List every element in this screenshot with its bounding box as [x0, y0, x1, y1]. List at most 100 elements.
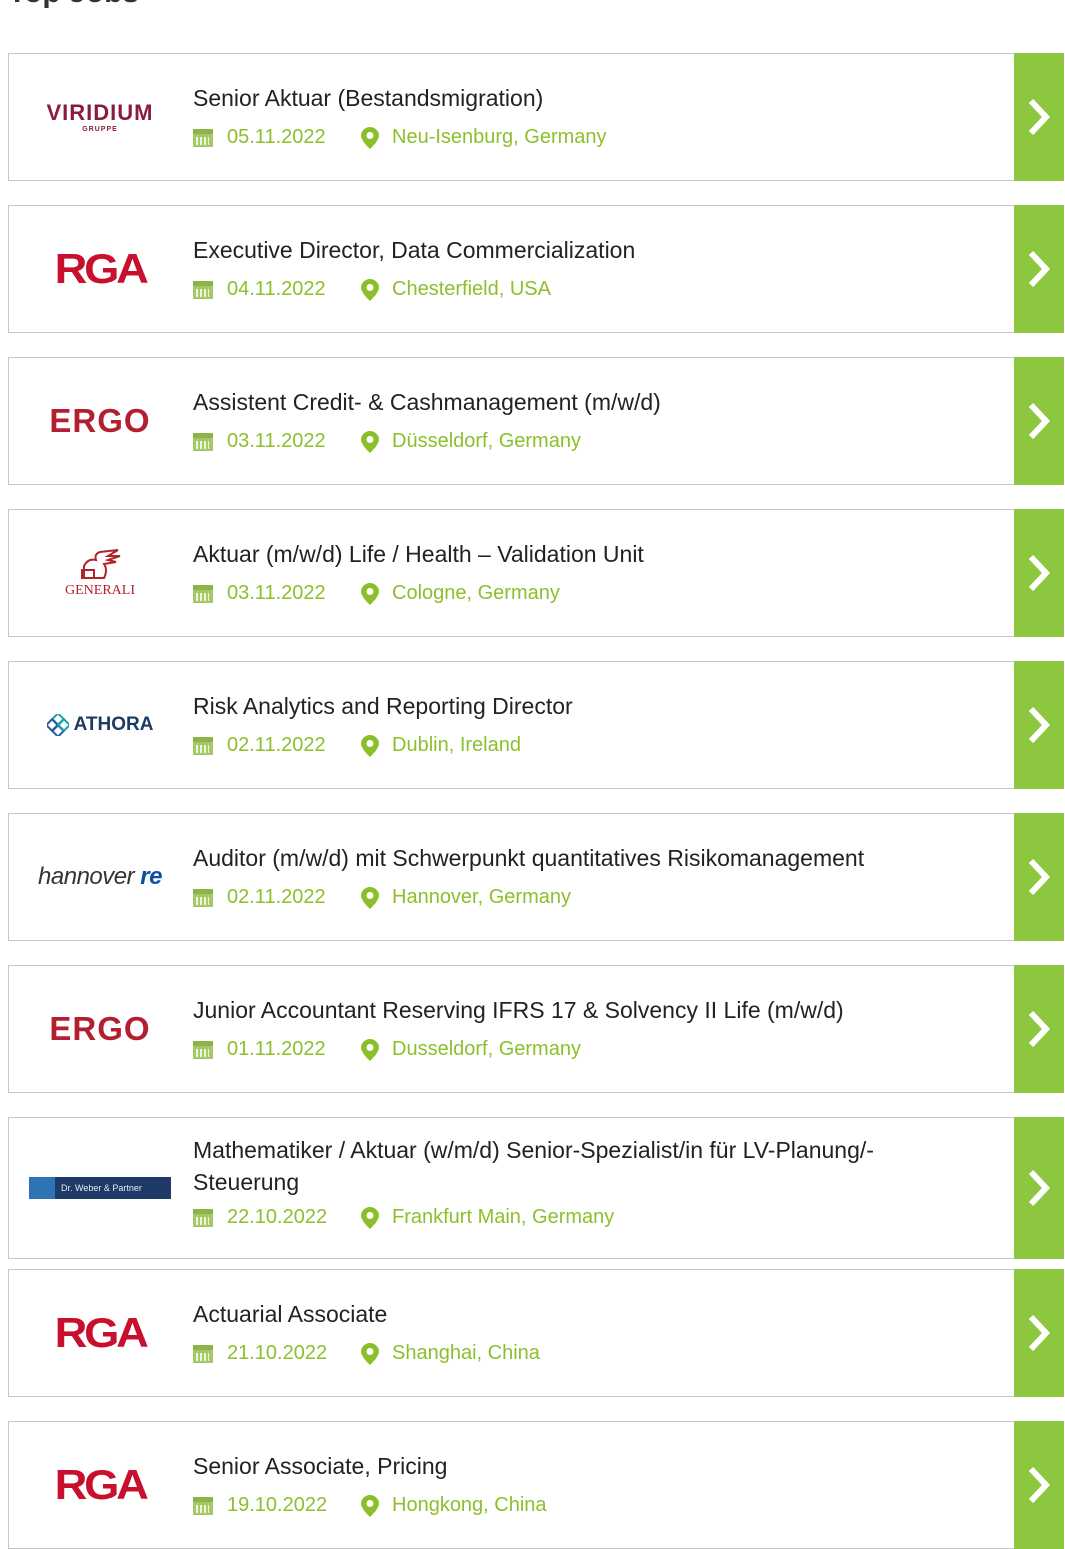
open-job-button[interactable] [1014, 1421, 1064, 1549]
chevron-right-icon [1028, 1010, 1050, 1048]
calendar-icon [193, 1496, 213, 1515]
job-card[interactable]: GENERALI Aktuar (m/w/d) Life / Health – … [8, 509, 1064, 637]
open-job-button[interactable] [1014, 1117, 1064, 1259]
map-pin-icon [361, 1342, 379, 1365]
job-date: 01.11.2022 [227, 1038, 326, 1060]
job-date: 21.10.2022 [227, 1342, 328, 1364]
job-location: Hannover, Germany [392, 886, 571, 908]
map-pin-icon [361, 126, 379, 149]
open-job-button[interactable] [1014, 509, 1064, 637]
job-title-link[interactable]: Assistent Credit- & Cashmanagement (m/w/… [193, 386, 973, 418]
weber-emblem-icon [29, 1177, 55, 1199]
job-card[interactable]: ERGO Assistent Credit- & Cashmanagement … [8, 357, 1064, 485]
map-pin-icon [361, 278, 379, 301]
open-job-button[interactable] [1014, 53, 1064, 181]
map-pin-icon [361, 1206, 379, 1229]
logo-text: RGA [54, 1309, 148, 1356]
job-card[interactable]: hannover re Auditor (m/w/d) mit Schwerpu… [8, 813, 1064, 941]
job-title-link[interactable]: Senior Associate, Pricing [193, 1450, 973, 1482]
company-logo[interactable]: RGA [9, 1422, 191, 1548]
chevron-right-icon [1028, 402, 1050, 440]
chevron-right-icon [1028, 858, 1050, 896]
company-logo[interactable]: ATHORA [9, 662, 191, 788]
logo-subtext: GRUPPE [82, 125, 118, 133]
job-card[interactable]: Dr. Weber & Partner Mathematiker / Aktua… [8, 1117, 1064, 1259]
job-location: Dublin, Ireland [392, 734, 521, 756]
job-location: Chesterfield, USA [392, 278, 551, 300]
map-pin-icon [361, 582, 379, 605]
logo-text: hannover [38, 863, 135, 890]
job-card[interactable]: ERGO Junior Accountant Reserving IFRS 17… [8, 965, 1064, 1093]
logo-text: ERGO [49, 402, 151, 439]
athora-emblem-icon [46, 714, 69, 736]
open-job-button[interactable] [1014, 965, 1064, 1093]
job-title-link[interactable]: Executive Director, Data Commercializati… [193, 234, 973, 266]
job-location: Hongkong, China [392, 1494, 547, 1516]
job-location: Shanghai, China [392, 1342, 540, 1364]
logo-text: ERGO [49, 1010, 151, 1047]
job-card[interactable]: RGA Executive Director, Data Commerciali… [8, 205, 1064, 333]
logo-text: ATHORA [73, 714, 154, 735]
company-logo[interactable]: GENERALI [9, 510, 191, 636]
job-date: 22.10.2022 [227, 1206, 328, 1228]
job-date: 03.11.2022 [227, 582, 326, 604]
job-title-link[interactable]: Aktuar (m/w/d) Life / Health – Validatio… [193, 538, 973, 570]
company-logo[interactable]: RGA [9, 1270, 191, 1396]
company-logo[interactable]: ERGO [9, 358, 191, 484]
job-date: 04.11.2022 [227, 278, 326, 300]
section-heading: Top Jobs [8, 0, 139, 8]
job-location: Düsseldorf, Germany [392, 430, 581, 452]
logo-text: GENERALI [65, 582, 135, 598]
job-title-link[interactable]: Senior Aktuar (Bestandsmigration) [193, 82, 973, 114]
lion-emblem-icon [81, 548, 121, 579]
map-pin-icon [361, 1038, 379, 1061]
calendar-icon [193, 280, 213, 299]
job-title-link[interactable]: Mathematiker / Aktuar (w/m/d) Senior-Spe… [193, 1134, 973, 1198]
logo-text: RGA [54, 245, 148, 292]
open-job-button[interactable] [1014, 661, 1064, 789]
company-logo[interactable]: Dr. Weber & Partner [9, 1118, 191, 1258]
job-date: 03.11.2022 [227, 430, 326, 452]
job-location: Neu-Isenburg, Germany [392, 126, 607, 148]
company-logo[interactable]: ERGO [9, 966, 191, 1092]
chevron-right-icon [1028, 554, 1050, 592]
chevron-right-icon [1028, 1314, 1050, 1352]
job-title-link[interactable]: Junior Accountant Reserving IFRS 17 & So… [193, 994, 973, 1026]
job-date: 02.11.2022 [227, 886, 326, 908]
logo-text: RGA [54, 1461, 148, 1508]
job-title-link[interactable]: Auditor (m/w/d) mit Schwerpunkt quantita… [193, 842, 973, 874]
logo-subtext: re [140, 863, 162, 890]
job-date: 02.11.2022 [227, 734, 326, 756]
calendar-icon [193, 1344, 213, 1363]
job-card[interactable]: VIRIDIUM GRUPPE Senior Aktuar (Bestandsm… [8, 53, 1064, 181]
map-pin-icon [361, 430, 379, 453]
job-date: 05.11.2022 [227, 126, 326, 148]
job-card[interactable]: RGA Senior Associate, Pricing 19.10.2022… [8, 1421, 1064, 1549]
company-logo[interactable]: VIRIDIUM GRUPPE [9, 54, 191, 180]
chevron-right-icon [1028, 250, 1050, 288]
job-title-link[interactable]: Risk Analytics and Reporting Director [193, 690, 973, 722]
job-card[interactable]: RGA Actuarial Associate 21.10.2022 Shang… [8, 1269, 1064, 1397]
map-pin-icon [361, 1494, 379, 1517]
map-pin-icon [361, 886, 379, 909]
job-location: Cologne, Germany [392, 582, 560, 604]
open-job-button[interactable] [1014, 205, 1064, 333]
open-job-button[interactable] [1014, 813, 1064, 941]
calendar-icon [193, 432, 213, 451]
job-location: Frankfurt Main, Germany [392, 1206, 615, 1228]
logo-text: Dr. Weber & Partner [61, 1183, 142, 1193]
chevron-right-icon [1028, 1169, 1050, 1207]
job-date: 19.10.2022 [227, 1494, 328, 1516]
calendar-icon [193, 584, 213, 603]
calendar-icon [193, 736, 213, 755]
map-pin-icon [361, 734, 379, 757]
job-card[interactable]: ATHORA Risk Analytics and Reporting Dire… [8, 661, 1064, 789]
job-title-link[interactable]: Actuarial Associate [193, 1298, 973, 1330]
open-job-button[interactable] [1014, 357, 1064, 485]
company-logo[interactable]: hannover re [9, 814, 191, 940]
open-job-button[interactable] [1014, 1269, 1064, 1397]
calendar-icon [193, 1040, 213, 1059]
chevron-right-icon [1028, 1466, 1050, 1504]
company-logo[interactable]: RGA [9, 206, 191, 332]
chevron-right-icon [1028, 98, 1050, 136]
